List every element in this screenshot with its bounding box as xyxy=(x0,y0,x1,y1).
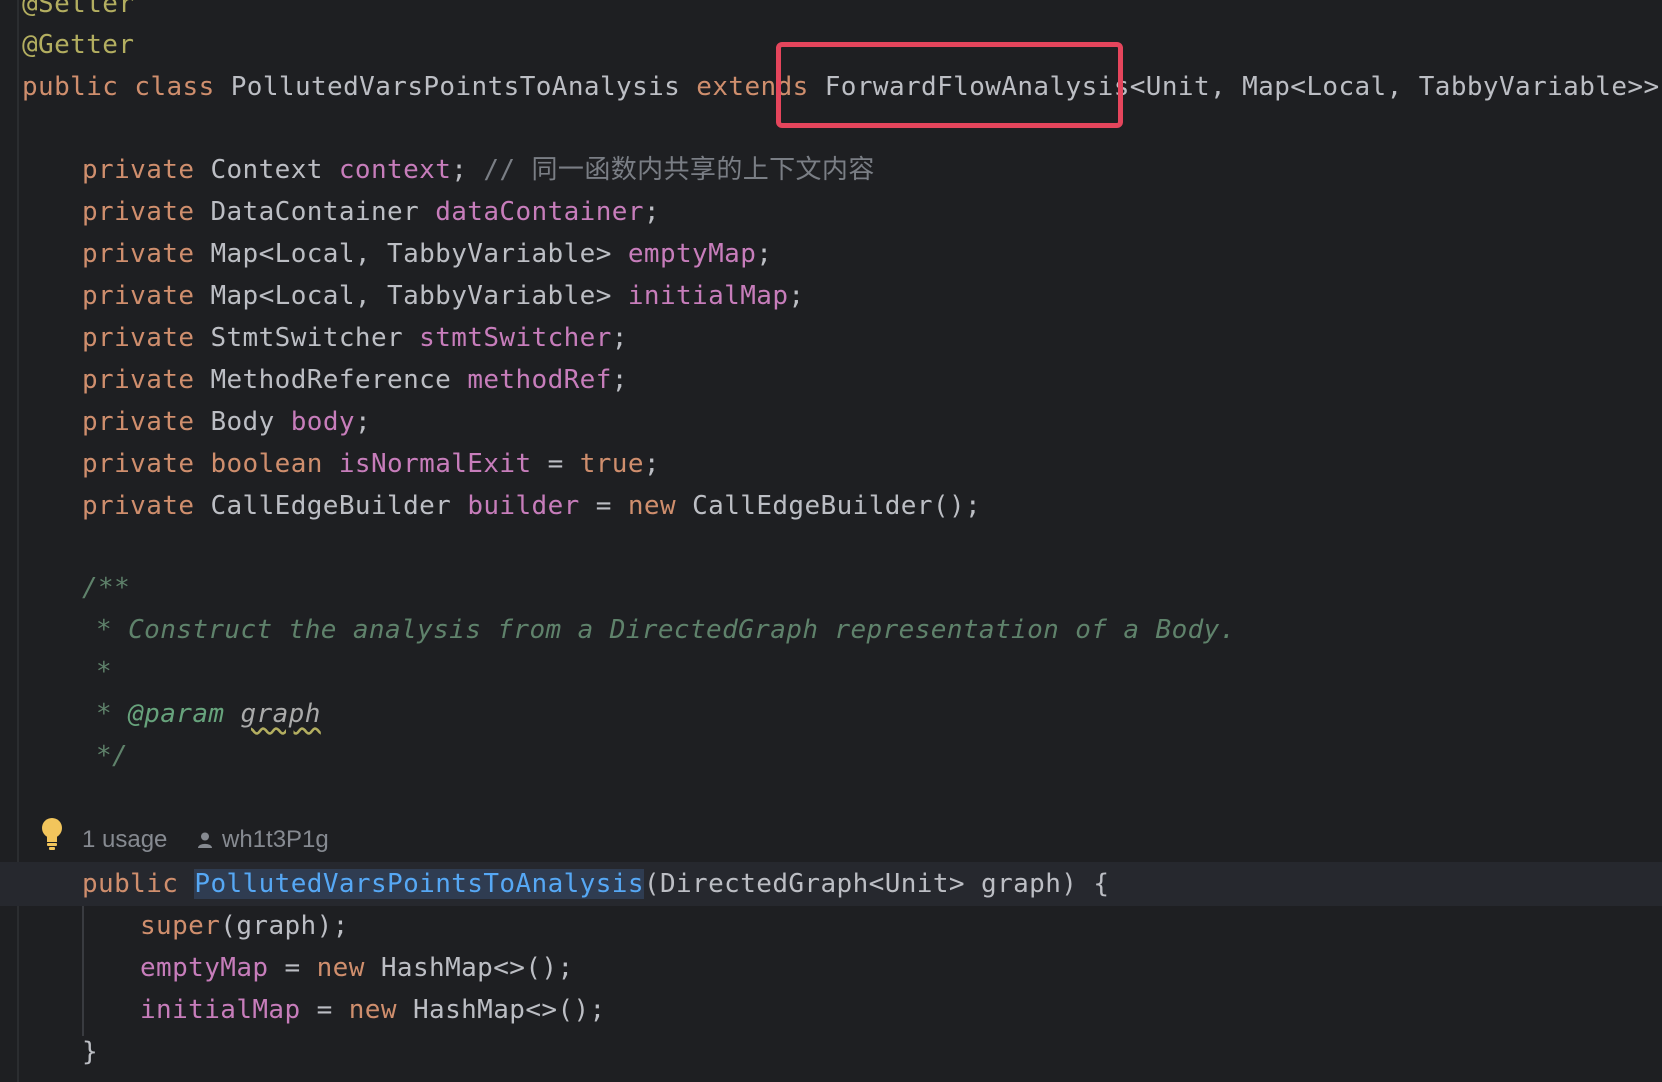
doc-param-name: graph xyxy=(240,699,321,729)
statement-terminator: ; xyxy=(611,323,628,353)
code-line-field-isnormalexit[interactable]: private boolean isNormalExit = true; xyxy=(0,442,1662,486)
closing-brace: } xyxy=(82,1037,99,1067)
assign-operator: = xyxy=(316,995,333,1025)
doc-comment-description: * Construct the analysis from a Directed… xyxy=(96,615,1236,645)
keyword-private: private xyxy=(82,239,195,269)
field-name: initialMap xyxy=(627,281,789,311)
keyword-true: true xyxy=(579,449,644,479)
doc-param-tag: @param xyxy=(128,699,225,729)
code-line-field-methodref[interactable]: private MethodReference methodRef; xyxy=(0,358,1662,402)
field-reference: emptyMap xyxy=(140,953,269,983)
field-name: methodRef xyxy=(467,365,612,395)
field-name: body xyxy=(290,407,355,437)
super-args: (graph); xyxy=(220,911,349,941)
constructor-params: (DirectedGraph<Unit> graph) { xyxy=(643,869,1110,899)
keyword-public: public xyxy=(82,869,179,899)
code-line-field-initialmap[interactable]: private Map<Local, TabbyVariable> initia… xyxy=(0,274,1662,318)
field-name: dataContainer xyxy=(435,197,644,227)
doc-comment-open: /** xyxy=(82,573,131,603)
field-type: DataContainer xyxy=(210,197,420,227)
field-type: MethodReference xyxy=(210,365,452,395)
keyword-private: private xyxy=(82,365,195,395)
keyword-new: new xyxy=(627,491,677,521)
keyword-super: super xyxy=(140,911,221,941)
class-name: PollutedVarsPointsToAnalysis xyxy=(230,72,681,102)
constructor-name: PollutedVarsPointsToAnalysis xyxy=(194,869,644,899)
keyword-private: private xyxy=(82,155,195,185)
statement-terminator: ; xyxy=(354,407,371,437)
code-line-constructor[interactable]: public PollutedVarsPointsToAnalysis(Dire… xyxy=(0,862,1662,906)
field-reference: initialMap xyxy=(140,995,301,1025)
annotation-setter: @Setter xyxy=(22,0,135,19)
doc-comment-close: */ xyxy=(96,741,129,771)
keyword-public: public xyxy=(22,72,119,102)
field-name: context xyxy=(338,155,452,185)
statement-terminator: ; xyxy=(788,281,805,311)
code-line-initialmap-assign[interactable]: initialMap = new HashMap<>(); xyxy=(0,988,1662,1032)
line-comment: // 同一函数内共享的上下文内容 xyxy=(483,155,875,185)
keyword-private: private xyxy=(82,281,195,311)
field-type: Map<Local, TabbyVariable> xyxy=(210,281,612,311)
code-line-super-call[interactable]: super(graph); xyxy=(0,904,1662,948)
code-line-field-context[interactable]: private Context context; // 同一函数内共享的上下文内… xyxy=(0,148,1662,192)
author-hint[interactable]: wh1t3P1g xyxy=(222,818,329,862)
code-line-close-brace[interactable]: } xyxy=(0,1030,1662,1074)
keyword-private: private xyxy=(82,491,195,521)
highlight-box xyxy=(776,42,1123,128)
assign-operator: = xyxy=(547,449,564,479)
code-line-doc-close[interactable]: */ xyxy=(0,734,1662,778)
field-name: builder xyxy=(467,491,580,521)
field-type: Context xyxy=(210,155,323,185)
statement-terminator: ; xyxy=(643,449,660,479)
code-line-field-builder[interactable]: private CallEdgeBuilder builder = new Ca… xyxy=(0,484,1662,528)
field-type: CallEdgeBuilder xyxy=(210,491,452,521)
code-line-field-datacontainer[interactable]: private DataContainer dataContainer; xyxy=(0,190,1662,234)
annotation-getter: @Getter xyxy=(22,30,135,60)
keyword-new: new xyxy=(316,953,365,983)
code-line-doc-description[interactable]: * Construct the analysis from a Directed… xyxy=(0,608,1662,652)
keyword-private: private xyxy=(82,449,195,479)
statement-terminator: ; xyxy=(643,197,660,227)
code-line-doc-param[interactable]: * @param graph xyxy=(0,692,1662,736)
doc-comment-star: * xyxy=(96,657,113,687)
constructor-call: HashMap<>(); xyxy=(380,953,574,983)
code-line-doc-open[interactable]: /** xyxy=(0,566,1662,610)
constructor-call: CallEdgeBuilder(); xyxy=(692,491,982,521)
code-line-field-emptymap[interactable]: private Map<Local, TabbyVariable> emptyM… xyxy=(0,232,1662,276)
keyword-new: new xyxy=(348,995,397,1025)
statement-terminator: ; xyxy=(451,155,468,185)
statement-terminator: ; xyxy=(611,365,628,395)
assign-operator: = xyxy=(284,953,301,983)
field-name: emptyMap xyxy=(627,239,757,269)
field-name: isNormalExit xyxy=(338,449,532,479)
field-type: StmtSwitcher xyxy=(210,323,404,353)
code-line-field-stmtswitcher[interactable]: private StmtSwitcher stmtSwitcher; xyxy=(0,316,1662,360)
keyword-private: private xyxy=(82,197,195,227)
field-name: stmtSwitcher xyxy=(419,323,612,353)
keyword-boolean: boolean xyxy=(210,449,323,479)
constructor-call: HashMap<>(); xyxy=(412,995,606,1025)
field-type: Map<Local, TabbyVariable> xyxy=(210,239,612,269)
code-line-emptymap-assign[interactable]: emptyMap = new HashMap<>(); xyxy=(0,946,1662,990)
keyword-private: private xyxy=(82,407,195,437)
usages-hint[interactable]: 1 usage xyxy=(82,818,167,862)
code-line-doc-blank[interactable]: * xyxy=(0,650,1662,694)
keyword-class: class xyxy=(134,72,215,102)
user-icon xyxy=(198,832,212,848)
code-line-field-body[interactable]: private Body body; xyxy=(0,400,1662,444)
doc-comment-star: * xyxy=(96,699,113,729)
keyword-private: private xyxy=(82,323,195,353)
statement-terminator: ; xyxy=(756,239,773,269)
field-type: Body xyxy=(210,407,275,437)
assign-operator: = xyxy=(595,491,612,521)
lightbulb-icon[interactable] xyxy=(38,814,66,854)
